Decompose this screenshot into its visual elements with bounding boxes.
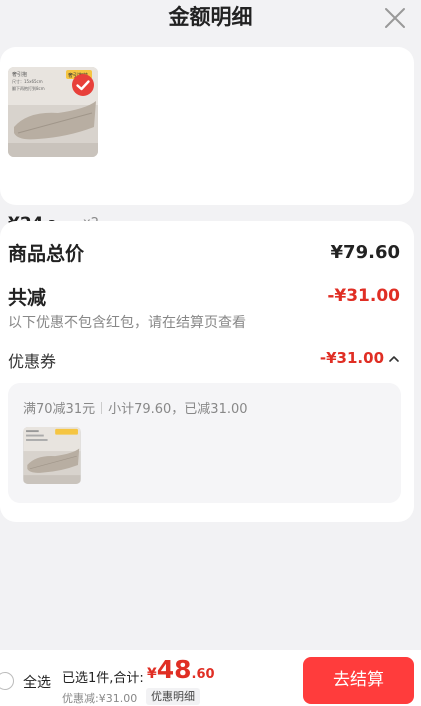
divider [101, 402, 103, 414]
reduce-value: -¥31.00 [327, 286, 400, 306]
coupon-rule: 满70减31元 [23, 402, 96, 417]
header: 金额明细 [0, 0, 421, 40]
coupon-rule-text: 满70减31元 小计79.60，已减31.00 [23, 398, 248, 417]
select-all-label[interactable]: 全选 [23, 672, 51, 692]
product-card: 奢引抱 尺寸：15x65cm 翻下再抱打到8cm 奢引抱枕 ¥24.3 x2 [0, 47, 414, 234]
product-image-line-2: 尺寸：15x65cm [12, 78, 43, 84]
product-image-line-1: 奢引抱 [12, 71, 27, 78]
chevron-up-icon[interactable] [388, 353, 400, 365]
select-all-radio[interactable] [0, 672, 14, 690]
summary-card: 商品总价 ¥79.60 共减 -¥31.00 以下优惠不包含红包，请在结算页查看… [0, 221, 414, 522]
total-amount: ¥48.60 [147, 655, 215, 684]
total-value: ¥79.60 [330, 242, 400, 263]
page-title: 金额明细 [168, 5, 253, 29]
discount-text: 优惠减:¥31.00 [62, 692, 138, 705]
checkout-button[interactable]: 去结算 [303, 657, 414, 704]
selected-count-text: 已选1件,合计: [62, 671, 144, 686]
coupon-product-thumbnail [23, 427, 81, 484]
coupon-calc: 小计79.60，已减31.00 [108, 402, 248, 417]
total-label: 商品总价 [8, 243, 85, 265]
coupon-label: 优惠券 [8, 352, 57, 371]
checkout-bar: 全选 已选1件,合计: ¥48.60 优惠减:¥31.00 优惠明细 去结算 [0, 650, 421, 706]
coupon-value[interactable]: -¥31.00 [320, 349, 384, 367]
close-icon[interactable] [383, 6, 407, 30]
check-icon [72, 74, 94, 96]
coupon-detail: 满70减31元 小计79.60，已减31.00 [8, 383, 401, 503]
product-image[interactable]: 奢引抱 尺寸：15x65cm 翻下再抱打到8cm 奢引抱枕 [8, 67, 98, 157]
reduce-label: 共减 [8, 287, 47, 309]
discount-detail-button[interactable]: 优惠明细 [146, 688, 200, 705]
reduce-note: 以下优惠不包含红包，请在结算页查看 [8, 315, 246, 331]
product-image-line-3: 翻下再抱打到8cm [12, 85, 45, 91]
